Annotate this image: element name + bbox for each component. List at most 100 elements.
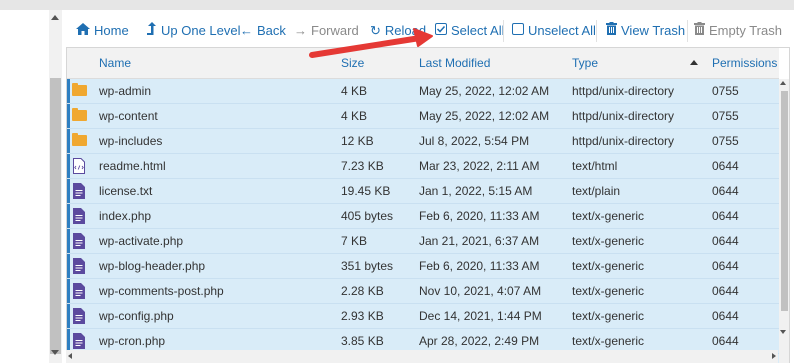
column-header-type[interactable]: Type (572, 48, 598, 78)
scroll-right-arrow[interactable] (772, 353, 776, 359)
back-button[interactable]: ← Back (240, 16, 286, 46)
view-trash-button[interactable]: View Trash (606, 16, 685, 46)
checkbox-empty-icon (512, 16, 524, 46)
forward-button[interactable]: → Forward (294, 16, 359, 46)
column-header-permissions[interactable]: Permissions (712, 48, 777, 78)
reload-icon: ↻ (370, 23, 381, 38)
file-size: 12 KB (341, 134, 374, 148)
file-last-modified: Jul 8, 2022, 5:54 PM (419, 134, 530, 148)
folder-icon (72, 133, 87, 146)
file-permissions: 0644 (712, 159, 739, 173)
column-header-name[interactable]: Name (99, 48, 131, 78)
selection-indicator (67, 104, 70, 128)
table-row[interactable]: index.php 405 bytes Feb 6, 2020, 11:33 AM t… (67, 204, 779, 229)
selection-indicator (67, 154, 70, 178)
file-name[interactable]: wp-blog-header.php (99, 254, 205, 278)
file-list-table: Name Size Last Modified Type Permissions… (66, 47, 790, 363)
table-scrollbar[interactable] (779, 79, 789, 363)
selection-indicator (67, 229, 70, 253)
file-size: 405 bytes (341, 209, 394, 223)
file-permissions: 0755 (712, 134, 739, 148)
file-name[interactable]: wp-activate.php (99, 229, 183, 253)
scroll-down-arrow[interactable] (51, 350, 59, 355)
folder-icon (72, 108, 87, 121)
toolbar-divider (687, 20, 688, 42)
file-last-modified: Feb 6, 2020, 11:33 AM (419, 209, 540, 223)
file-name[interactable]: wp-comments-post.php (99, 279, 224, 303)
file-type: httpd/unix-directory (572, 109, 675, 123)
text-file-icon (73, 183, 85, 199)
file-permissions: 0644 (712, 209, 739, 223)
back-label: Back (257, 23, 286, 38)
unselect-all-button[interactable]: Unselect All (512, 16, 596, 46)
file-last-modified: Nov 10, 2021, 4:07 AM (419, 284, 542, 298)
text-file-icon (73, 308, 85, 324)
table-row[interactable]: wp-admin 4 KB May 25, 2022, 12:02 AM httpd/… (67, 79, 779, 104)
reload-button[interactable]: ↻ Reload (370, 16, 426, 46)
selection-indicator (67, 304, 70, 328)
home-icon (76, 16, 90, 46)
file-type: text/x-generic (572, 234, 645, 248)
up-one-level-label: Up One Level (161, 23, 241, 38)
scroll-left-arrow[interactable] (68, 353, 72, 359)
file-name[interactable]: index.php (99, 204, 151, 228)
file-permissions: 0644 (712, 309, 739, 323)
folder-icon (72, 83, 87, 96)
file-type: text/html (572, 159, 618, 173)
file-type: httpd/unix-directory (572, 84, 675, 98)
file-permissions: 0644 (712, 259, 739, 273)
file-name[interactable]: readme.html (99, 154, 166, 178)
file-type: text/x-generic (572, 284, 645, 298)
column-header-last-modified[interactable]: Last Modified (419, 48, 490, 78)
table-row[interactable]: wp-blog-header.php 351 bytes Feb 6, 2020, … (67, 254, 779, 279)
file-type: text/x-generic (572, 259, 645, 273)
file-type: text/plain (572, 184, 621, 198)
file-permissions: 0644 (712, 234, 739, 248)
toolbar-divider (503, 20, 504, 42)
scroll-up-arrow[interactable] (51, 15, 59, 20)
file-last-modified: May 25, 2022, 12:02 AM (419, 109, 550, 123)
text-file-icon (73, 208, 85, 224)
text-file-icon (73, 233, 85, 249)
select-all-button[interactable]: Select All (435, 16, 504, 46)
table-row[interactable]: license.txt 19.45 KB Jan 1, 2022, 5:15 AM t… (67, 179, 779, 204)
file-size: 7.23 KB (341, 159, 384, 173)
table-row[interactable]: readme.html 7.23 KB Mar 23, 2022, 2:11 AM t… (67, 154, 779, 179)
trash-icon (606, 16, 617, 46)
up-one-level-button[interactable]: Up One Level (147, 16, 241, 46)
text-file-icon (73, 258, 85, 274)
file-last-modified: Feb 6, 2020, 11:33 AM (419, 259, 540, 273)
home-label: Home (94, 23, 129, 38)
file-type: text/x-generic (572, 309, 645, 323)
arrow-right-icon: → (294, 23, 307, 38)
table-row[interactable]: wp-config.php 2.93 KB Dec 14, 2021, 1:44 P… (67, 304, 779, 329)
file-type: httpd/unix-directory (572, 134, 675, 148)
page-scrollbar[interactable] (49, 10, 62, 363)
file-name[interactable]: wp-includes (99, 129, 162, 153)
scroll-up-arrow[interactable] (780, 81, 786, 85)
file-last-modified: May 25, 2022, 12:02 AM (419, 84, 550, 98)
file-name[interactable]: wp-admin (99, 79, 151, 103)
empty-trash-button[interactable]: Empty Trash (694, 16, 782, 46)
table-row[interactable]: wp-activate.php 7 KB Jan 21, 2021, 6:37 AM… (67, 229, 779, 254)
home-button[interactable]: Home (76, 16, 129, 46)
scroll-thumb[interactable] (781, 91, 788, 311)
table-row[interactable]: wp-includes 12 KB Jul 8, 2022, 5:54 PM http… (67, 129, 779, 154)
file-name[interactable]: wp-config.php (99, 304, 174, 328)
table-row[interactable]: wp-comments-post.php 2.28 KB Nov 10, 2021,… (67, 279, 779, 304)
sort-ascending-icon (690, 60, 698, 65)
horizontal-scrollbar[interactable] (66, 350, 778, 363)
file-name[interactable]: wp-content (99, 104, 158, 128)
arrow-left-icon: ← (240, 23, 253, 38)
column-header-size[interactable]: Size (341, 48, 364, 78)
table-row[interactable]: wp-content 4 KB May 25, 2022, 12:02 AM http… (67, 104, 779, 129)
file-size: 2.93 KB (341, 309, 384, 323)
selection-indicator (67, 79, 70, 103)
file-last-modified: Jan 21, 2021, 6:37 AM (419, 234, 540, 248)
file-permissions: 0755 (712, 84, 739, 98)
trash-icon (694, 16, 705, 46)
file-size: 4 KB (341, 84, 368, 98)
scroll-thumb[interactable] (50, 78, 61, 354)
scroll-down-arrow[interactable] (780, 330, 786, 334)
file-name[interactable]: license.txt (99, 179, 152, 203)
